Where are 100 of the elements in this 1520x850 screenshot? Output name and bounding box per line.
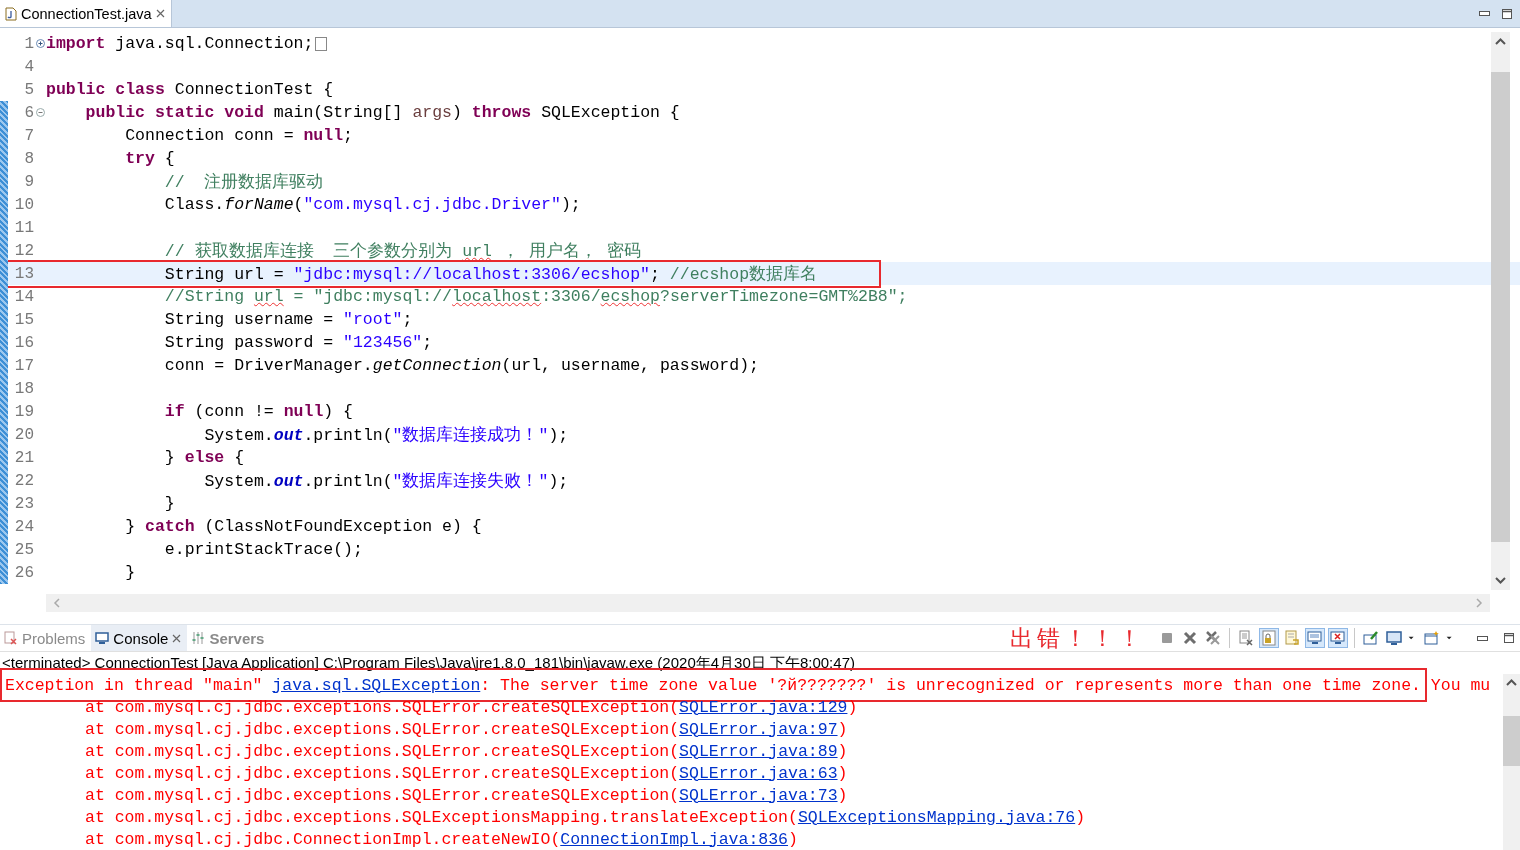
new-window-icon (1424, 630, 1440, 646)
stack-link[interactable]: SQLError.java:73 (679, 785, 838, 805)
code-text: ; (343, 126, 353, 145)
keyword: try (125, 149, 155, 168)
stack-link[interactable]: SQLExceptionsMapping.java:76 (797, 807, 1076, 827)
method-name: forName (224, 195, 294, 214)
minimize-icon[interactable] (1479, 11, 1490, 16)
error-text: ) (847, 697, 858, 717)
keyword: catch (145, 517, 195, 536)
code-text: { (164, 149, 175, 168)
keyword: throws (471, 103, 532, 122)
string-literal: "数据库连接失败！" (392, 471, 549, 491)
stack-link[interactable]: java.sql.SQLException (272, 675, 481, 695)
line-number: 15 (13, 310, 34, 329)
sliders-icon (191, 631, 206, 645)
close-icon (1182, 630, 1198, 646)
panel-tab[interactable]: Console (91, 625, 188, 651)
stack-link[interactable]: SQLError.java:63 (679, 763, 838, 783)
error-text: at com.mysql.cj.jdbc.ConnectionImpl.createNewIO( (85, 829, 561, 849)
code-comment: ?serverTimezone=GMT%2B8"; (660, 287, 908, 306)
error-text: at com.mysql.cj.jdbc.exceptions.SQLError.createSQLException( (85, 719, 680, 739)
error-text: ) (837, 763, 848, 783)
line-number: 12 (13, 241, 34, 260)
stack-link[interactable]: SQLError.java:89 (679, 741, 838, 761)
line-number: 21 (13, 448, 34, 467)
misspelled-word: url (462, 241, 492, 261)
vertical-scrollbar[interactable] (1491, 32, 1510, 590)
code-text: SQLException { (541, 103, 680, 122)
stack-link[interactable]: SQLError.java:129 (679, 697, 848, 717)
method-name: getConnection (372, 356, 502, 375)
annotation-text: 出错！！！ (1010, 623, 1145, 653)
code-text: ); (548, 471, 569, 491)
editor-tab[interactable]: ConnectionTest.java (0, 0, 172, 27)
monitor-icon (95, 631, 110, 645)
code-text: (ClassNotFoundException e) { (204, 517, 482, 536)
wrap-document-icon (1284, 630, 1300, 646)
line-number: 19 (13, 402, 34, 421)
misspelled-word: url (253, 287, 284, 306)
display-console-button[interactable] (1384, 628, 1404, 648)
code-comment: :3306/ (541, 287, 601, 306)
lock-document-icon (1261, 630, 1277, 646)
code-text: .println( (303, 425, 393, 445)
string-literal: "com.mysql.cj.jdbc.Driver" (303, 195, 561, 214)
code-text: java.sql.Connection; (115, 34, 314, 53)
field-name: out (273, 471, 304, 491)
error-text: at com.mysql.cj.jdbc.exceptions.SQLError.createSQLException( (85, 697, 680, 717)
show-error-button[interactable] (1328, 628, 1348, 648)
keyword: if (164, 402, 185, 421)
code-text: ) (452, 103, 463, 122)
close-icon[interactable] (172, 633, 182, 643)
line-number: 10 (13, 195, 34, 214)
code-text: } (125, 563, 136, 582)
vertical-scrollbar[interactable] (1503, 674, 1520, 850)
keyword: null (283, 402, 324, 421)
line-number: 23 (13, 494, 34, 513)
folded-code-icon[interactable] (315, 36, 328, 51)
line-number: 18 (13, 379, 34, 398)
error-text: ) (837, 719, 848, 739)
code-comment: ， 用户名， 密码 (501, 241, 641, 261)
code-text: String username = (164, 310, 335, 329)
line-number: 9 (23, 172, 34, 191)
document-x-icon (1238, 630, 1254, 646)
code-text: String password = (164, 333, 335, 352)
line-number: 24 (13, 517, 34, 536)
keyword: import (46, 34, 106, 53)
close-icon[interactable] (155, 9, 165, 18)
line-number: 4 (23, 57, 34, 76)
stack-link[interactable]: ConnectionImpl.java:836 (560, 829, 789, 849)
error-text: ) (837, 741, 848, 761)
code-text: ; (650, 264, 661, 284)
keyword: public class (46, 80, 165, 99)
error-text: at com.mysql.cj.jdbc.exceptions.SQLError.createSQLException( (85, 785, 680, 805)
code-comment: //String (164, 287, 246, 306)
clear-console-button[interactable] (1236, 628, 1256, 648)
keyword: else (184, 448, 225, 467)
field-name: out (273, 425, 304, 445)
monitor-error-icon (1330, 630, 1346, 646)
code-text: } (125, 517, 137, 536)
maximize-icon[interactable] (1504, 633, 1514, 643)
line-number: 5 (23, 80, 34, 99)
code-comment: // 注册数据库驱动 (164, 172, 324, 192)
collapse-icon[interactable] (35, 108, 45, 117)
code-text: ConnectionTest { (174, 80, 334, 99)
string-literal: "数据库连接成功！" (392, 425, 549, 445)
code-text: Connection conn = (125, 126, 295, 145)
line-number: 16 (13, 333, 34, 352)
minimize-icon[interactable] (1477, 635, 1488, 641)
expand-icon[interactable] (35, 39, 45, 48)
error-text: ) (788, 829, 798, 849)
code-text: } (164, 494, 175, 513)
error-text: ) (837, 785, 848, 805)
line-number: 6 (23, 103, 34, 122)
code-text: String url = (164, 264, 285, 284)
error-text: at com.mysql.cj.jdbc.exceptions.SQLExceptionsMapping.translateException( (85, 807, 798, 827)
maximize-icon[interactable] (1502, 8, 1512, 19)
panel-tab[interactable]: Problems (0, 625, 92, 651)
show-output-button[interactable] (1305, 628, 1325, 648)
keyword: null (303, 126, 344, 145)
parameter-name: args (412, 103, 452, 122)
stack-link[interactable]: SQLError.java:97 (679, 719, 838, 739)
